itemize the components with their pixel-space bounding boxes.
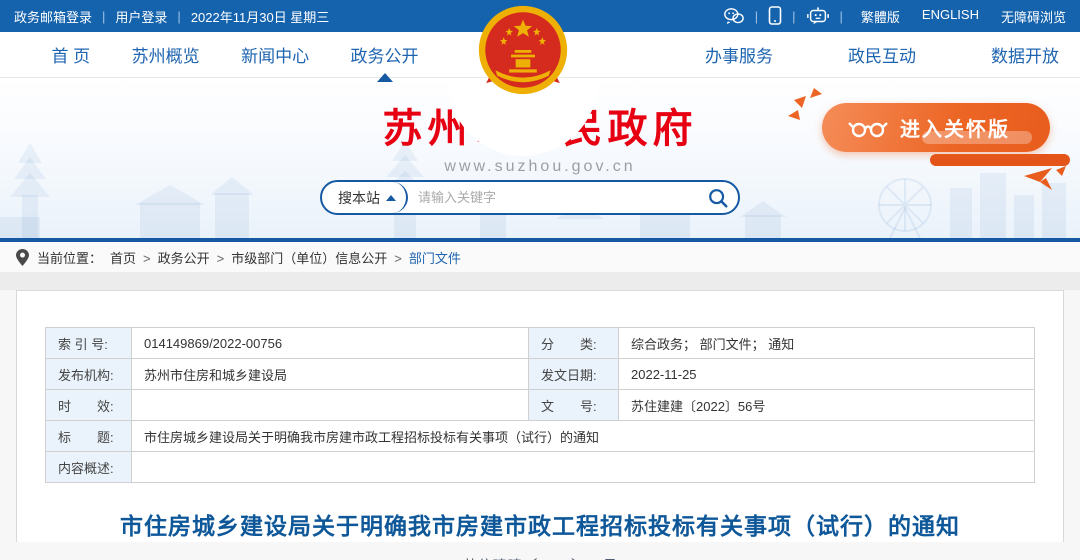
meta-label-doc-number: 文 号: (529, 390, 619, 421)
location-pin-icon (16, 249, 29, 266)
meta-value-summary (132, 452, 1035, 483)
nav-item-gov-affairs[interactable]: 政务公开 (351, 42, 419, 67)
breadcrumb-list: 首页 政务公开 市级部门（单位）信息公开 部门文件 (110, 248, 461, 267)
divider: | (840, 9, 843, 24)
search-scope-dropdown[interactable]: 搜本站 (322, 182, 408, 213)
table-row: 内容概述: (46, 452, 1035, 483)
meta-value-category: 综合政务； 部门文件； 通知 (619, 328, 1035, 359)
document-card: 索 引 号: 014149869/2022-00756 分 类: 综合政务； 部… (16, 290, 1064, 542)
mail-login-link[interactable]: 政务邮箱登录 (14, 7, 92, 26)
document-metadata-table: 索 引 号: 014149869/2022-00756 分 类: 综合政务； 部… (45, 327, 1035, 483)
nav-item-overview[interactable]: 苏州概览 (132, 42, 200, 67)
meta-label-validity: 时 效: (46, 390, 132, 421)
meta-label-index: 索 引 号: (46, 328, 132, 359)
divider: | (755, 9, 758, 24)
search-scope-label: 搜本站 (338, 188, 380, 208)
divider: | (792, 9, 795, 24)
table-row: 发布机构: 苏州市住房和城乡建设局 发文日期: 2022-11-25 (46, 359, 1035, 390)
table-row: 标 题: 市住房城乡建设局关于明确我市房建市政工程招标投标有关事项（试行）的通知 (46, 421, 1035, 452)
meta-label-summary: 内容概述: (46, 452, 132, 483)
dropdown-arrow-icon (386, 195, 396, 201)
breadcrumb-item-dept-info[interactable]: 市级部门（单位）信息公开 (210, 248, 388, 267)
table-row: 时 效: 文 号: 苏住建建〔2022〕56号 (46, 390, 1035, 421)
nav-item-open-data[interactable]: 数据开放 (991, 42, 1059, 67)
accessibility-link[interactable]: 无障碍浏览 (1001, 7, 1066, 26)
glasses-icon (848, 117, 888, 139)
meta-value-doc-number: 苏住建建〔2022〕56号 (619, 390, 1035, 421)
language-links: 繁體版 ENGLISH 无障碍浏览 (861, 7, 1066, 26)
meta-label-title: 标 题: (46, 421, 132, 452)
sparkle-decoration (788, 86, 822, 126)
section-gap (0, 272, 1080, 290)
meta-value-title: 市住房城乡建设局关于明确我市房建市政工程招标投标有关事项（试行）的通知 (132, 421, 1035, 452)
wechat-icon[interactable] (723, 7, 745, 25)
national-emblem[interactable] (477, 4, 569, 96)
meta-label-issuer: 发布机构: (46, 359, 132, 390)
search-button[interactable] (698, 182, 738, 213)
nav-right-group: 办事服务 政民互动 数据开放 (650, 42, 1080, 67)
nav-item-news[interactable]: 新闻中心 (241, 42, 309, 67)
nav-item-home[interactable]: 首 页 (51, 42, 90, 67)
site-url: www.suzhou.gov.cn (0, 158, 1080, 176)
meta-label-category: 分 类: (529, 328, 619, 359)
care-button-shadow-bar (930, 154, 1070, 166)
search-icon (707, 187, 729, 209)
site-search: 搜本站 (320, 180, 740, 215)
breadcrumb-item-dept-files[interactable]: 部门文件 (387, 248, 461, 267)
meta-label-issue-date: 发文日期: (529, 359, 619, 390)
article-title: 市住房城乡建设局关于明确我市房建市政工程招标投标有关事项（试行）的通知 (17, 507, 1063, 541)
nav-item-interaction[interactable]: 政民互动 (848, 42, 916, 67)
table-row: 索 引 号: 014149869/2022-00756 分 类: 综合政务； 部… (46, 328, 1035, 359)
traditional-chinese-link[interactable]: 繁體版 (861, 7, 900, 26)
breadcrumb-label: 当前位置： (37, 248, 102, 267)
care-version-button[interactable]: 进入关怀版 (822, 103, 1050, 152)
user-login-link[interactable]: 用户登录 (115, 7, 167, 26)
meta-value-issue-date: 2022-11-25 (619, 359, 1035, 390)
care-button-swoosh (922, 131, 1032, 144)
breadcrumb-item-home[interactable]: 首页 (110, 248, 136, 267)
divider: | (177, 9, 180, 24)
nav-item-services[interactable]: 办事服务 (705, 42, 773, 67)
meta-value-index: 014149869/2022-00756 (132, 328, 529, 359)
topbar-left: 政务邮箱登录 | 用户登录 | 2022年11月30日 星期三 (14, 7, 329, 26)
breadcrumb: 当前位置： 首页 政务公开 市级部门（单位）信息公开 部门文件 (0, 242, 1080, 272)
english-link[interactable]: ENGLISH (922, 7, 979, 26)
breadcrumb-item-gov-affairs[interactable]: 政务公开 (136, 248, 210, 267)
robot-icon[interactable] (806, 6, 830, 26)
current-date: 2022年11月30日 星期三 (191, 7, 330, 26)
search-input[interactable] (408, 190, 698, 205)
page: 政务邮箱登录 | 用户登录 | 2022年11月30日 星期三 | | | 繁體… (0, 0, 1080, 560)
mobile-icon[interactable] (768, 6, 782, 26)
nav-left-group: 首 页 苏州概览 新闻中心 政务公开 (0, 42, 460, 67)
meta-value-validity (132, 390, 529, 421)
topbar-right: | | | 繁體版 ENGLISH 无障碍浏览 (723, 6, 1066, 26)
meta-value-issuer: 苏州市住房和城乡建设局 (132, 359, 529, 390)
divider: | (102, 9, 105, 24)
article-doc-number: 苏住建建〔2022〕56号 (17, 555, 1063, 560)
sparkle-decoration (1006, 166, 1066, 192)
